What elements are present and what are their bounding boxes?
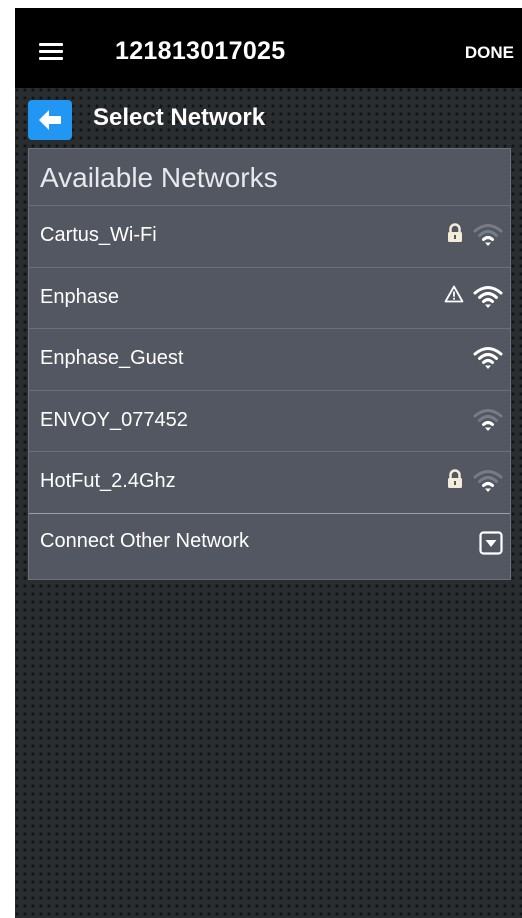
hamburger-menu-icon[interactable] xyxy=(39,43,63,60)
top-app-bar: 121813017025 DONE xyxy=(15,8,522,88)
network-signal xyxy=(472,406,504,439)
network-name: Enphase_Guest xyxy=(40,347,184,370)
done-button[interactable]: DONE xyxy=(465,43,514,63)
divider xyxy=(29,205,510,206)
connect-other-network-label: Connect Other Network xyxy=(40,530,249,552)
divider xyxy=(29,513,510,514)
arrow-left-icon xyxy=(39,110,61,130)
back-button[interactable] xyxy=(28,100,72,140)
wifi-signal-icon xyxy=(473,347,503,370)
network-name: HotFut_2.4Ghz xyxy=(40,470,176,493)
page-title: Select Network xyxy=(93,104,266,131)
divider xyxy=(29,389,510,391)
warning-icon xyxy=(444,285,464,302)
network-status xyxy=(446,223,464,248)
network-signal xyxy=(472,344,504,377)
network-row[interactable]: Cartus_Wi-Fi xyxy=(29,205,510,266)
network-name: ENVOY_077452 xyxy=(40,408,188,431)
divider xyxy=(29,266,510,268)
app-screen: 121813017025 DONE Select Network Availab… xyxy=(15,8,522,918)
network-signal xyxy=(472,221,504,254)
network-status xyxy=(446,469,464,494)
lock-icon xyxy=(448,223,462,242)
lock-icon xyxy=(448,469,462,489)
network-signal xyxy=(472,283,504,316)
wifi-signal-icon xyxy=(473,285,503,308)
dropdown-arrow-icon[interactable] xyxy=(479,531,503,555)
divider xyxy=(29,328,510,330)
network-status xyxy=(444,285,464,308)
network-row[interactable]: HotFut_2.4Ghz xyxy=(29,451,510,512)
device-serial-title: 121813017025 xyxy=(115,37,286,65)
connect-other-network-row[interactable]: Connect Other Network xyxy=(29,513,510,581)
available-networks-panel: Available Networks Cartus_Wi-Fi Enphase En… xyxy=(28,148,511,580)
network-signal xyxy=(472,467,504,500)
network-name: Cartus_Wi-Fi xyxy=(40,224,157,246)
wifi-signal-icon xyxy=(473,470,503,493)
network-row[interactable]: ENVOY_077452 xyxy=(29,389,510,451)
divider xyxy=(29,451,510,453)
network-row[interactable]: Enphase xyxy=(29,266,510,328)
wifi-signal-icon xyxy=(473,408,503,431)
networks-panel-header: Available Networks xyxy=(29,149,510,205)
networks-panel-title: Available Networks xyxy=(40,162,278,193)
wifi-signal-icon xyxy=(473,224,503,246)
network-row[interactable]: Enphase_Guest xyxy=(29,328,510,389)
network-name: Enphase xyxy=(40,285,119,308)
page-subheader: Select Network xyxy=(15,88,522,148)
